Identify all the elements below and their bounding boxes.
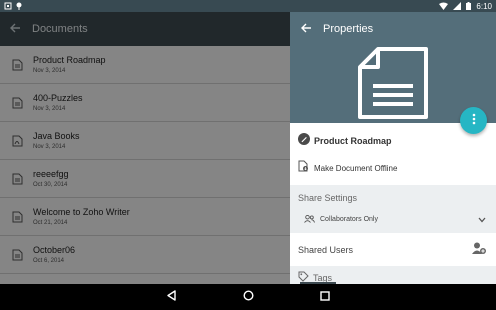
doc-icon (0, 59, 33, 71)
document-name: October06 (33, 245, 76, 255)
pdf-icon (0, 135, 33, 147)
share-settings-value: Collaborators Only (320, 215, 378, 223)
document-name: Java Books (33, 131, 80, 141)
properties-header: Properties (290, 12, 496, 123)
people-icon (304, 210, 315, 228)
doc-icon (0, 211, 33, 223)
make-offline-label: Make Document Offline (314, 163, 398, 173)
document-date: Oct 6, 2014 (33, 258, 65, 264)
more-vert-icon (472, 112, 476, 130)
add-user-icon[interactable] (472, 241, 486, 259)
document-date: Nov 3, 2014 (33, 106, 66, 112)
documents-title: Documents (32, 23, 88, 35)
document-title: Product Roadmap (314, 136, 392, 146)
properties-toolbar: Properties (290, 12, 496, 46)
document-item[interactable]: 400-Puzzles Nov 3, 2014 (0, 84, 290, 122)
status-time: 6:10 (476, 1, 492, 11)
documents-toolbar: Documents (0, 12, 290, 46)
document-item[interactable]: reeeefgg Oct 30, 2014 (0, 160, 290, 198)
shared-users-row: Shared Users (290, 233, 496, 266)
document-item-partial[interactable] (0, 274, 290, 284)
document-name: Welcome to Zoho Writer (33, 207, 130, 217)
document-preview-icon (356, 46, 430, 125)
document-list: Product Roadmap Nov 3, 2014 400-Puzzles … (0, 46, 290, 284)
document-date: Nov 3, 2014 (33, 144, 66, 150)
document-date: Nov 3, 2014 (33, 68, 66, 74)
edit-pencil-icon[interactable] (298, 132, 310, 150)
nav-back-icon[interactable] (166, 288, 177, 306)
back-arrow-icon[interactable] (10, 20, 20, 38)
more-options-button[interactable] (460, 107, 487, 134)
properties-drawer: Properties Product Roadmap Make Document… (290, 12, 496, 284)
status-bar: 6:10 (0, 0, 496, 12)
documents-pane: Documents Product Roadmap Nov 3, 2014 40… (0, 12, 290, 284)
document-item[interactable]: Java Books Nov 3, 2014 (0, 122, 290, 160)
nav-home-icon[interactable] (243, 288, 254, 306)
navigation-bar (0, 284, 496, 310)
properties-title: Properties (323, 23, 374, 35)
share-settings-dropdown[interactable]: Collaborators Only (298, 210, 496, 228)
document-item[interactable]: October06 Oct 6, 2014 (0, 236, 290, 274)
document-name: Product Roadmap (33, 55, 106, 65)
chevron-down-icon (478, 210, 486, 228)
nav-recents-icon[interactable] (320, 288, 330, 306)
doc-icon (0, 249, 33, 261)
document-name: 400-Puzzles (33, 93, 83, 103)
document-item[interactable]: Welcome to Zoho Writer Oct 21, 2014 (0, 198, 290, 236)
doc-icon (0, 97, 33, 109)
doc-icon (0, 173, 33, 185)
document-name: reeeefgg (33, 169, 69, 179)
offline-icon (298, 159, 309, 177)
document-date: Oct 21, 2014 (33, 220, 68, 226)
back-arrow-icon[interactable] (301, 20, 311, 38)
share-settings-title: Share Settings (298, 193, 358, 203)
shared-users-label: Shared Users (298, 244, 354, 255)
share-settings-section: Share Settings Collaborators Only (290, 185, 496, 233)
make-offline-row[interactable]: Make Document Offline (290, 159, 496, 177)
document-item[interactable]: Product Roadmap Nov 3, 2014 (0, 46, 290, 84)
document-date: Oct 30, 2014 (33, 182, 68, 188)
